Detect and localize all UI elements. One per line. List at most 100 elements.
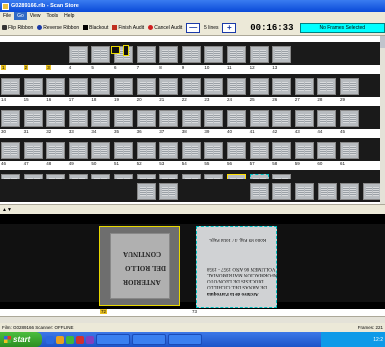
film-frame[interactable]: [136, 142, 156, 159]
preview-frame-73[interactable]: Archivo de la Parroquia DE ARNAS DEL CIC…: [196, 226, 279, 308]
film-frame[interactable]: [159, 78, 179, 95]
vertical-scrollbar[interactable]: [380, 36, 385, 204]
app-icon[interactable]: [66, 335, 74, 344]
scrollbar-thumb[interactable]: [380, 36, 385, 48]
increment-button[interactable]: +: [222, 22, 237, 33]
film-frame[interactable]: [114, 110, 133, 127]
film-frame[interactable]: [46, 46, 66, 63]
film-frame[interactable]: [317, 142, 337, 159]
decrement-button[interactable]: —: [186, 22, 201, 33]
film-frame[interactable]: [114, 183, 134, 200]
film-frame[interactable]: [159, 46, 179, 63]
blackout-button[interactable]: Blackout: [81, 25, 110, 31]
film-frame[interactable]: [136, 110, 156, 127]
film-frame[interactable]: [227, 78, 246, 95]
film-frame[interactable]: [69, 183, 88, 200]
film-frame[interactable]: [46, 78, 66, 95]
film-frame[interactable]: [227, 183, 247, 200]
menu-tools[interactable]: Tools: [43, 12, 61, 20]
film-frame[interactable]: [68, 78, 88, 95]
film-frame[interactable]: [204, 110, 224, 127]
film-frame[interactable]: [91, 46, 111, 63]
film-frame[interactable]: [249, 183, 269, 200]
film-frame[interactable]: [249, 78, 269, 95]
film-frame[interactable]: [317, 110, 337, 127]
film-frame[interactable]: [294, 78, 314, 95]
film-frame[interactable]: [317, 183, 337, 200]
film-frame[interactable]: [272, 78, 292, 95]
taskbar-button[interactable]: [132, 334, 166, 345]
film-frame[interactable]: [136, 183, 156, 200]
film-frame[interactable]: [317, 78, 337, 95]
film-frame[interactable]: [204, 183, 224, 200]
film-frame[interactable]: [114, 142, 133, 159]
film-frame[interactable]: [91, 110, 111, 127]
film-frame[interactable]: [340, 183, 360, 200]
preview-frame-72[interactable]: CONTINUA DEL ROLLO ANTERIOR: [99, 226, 180, 306]
film-frame[interactable]: [340, 110, 359, 127]
film-frame[interactable]: [159, 110, 179, 127]
flip-ribbon-button[interactable]: Flip Ribbon: [0, 25, 35, 31]
film-frame[interactable]: [68, 142, 88, 159]
app-icon[interactable]: [86, 335, 94, 344]
film-frame[interactable]: [1, 78, 20, 95]
film-frame[interactable]: [340, 78, 359, 95]
menu-view[interactable]: View: [27, 12, 44, 20]
menu-help[interactable]: Help: [61, 12, 77, 20]
film-frame[interactable]: [182, 183, 201, 200]
film-frame[interactable]: [227, 46, 246, 63]
film-frame[interactable]: [272, 110, 292, 127]
film-frame[interactable]: [272, 46, 292, 63]
film-frame[interactable]: [294, 110, 314, 127]
roll-start-marker[interactable]: [111, 46, 120, 54]
horizontal-scrollbar[interactable]: [0, 316, 385, 323]
film-frame[interactable]: [1, 46, 20, 63]
film-frame[interactable]: [23, 78, 43, 95]
collapse-arrows-icon[interactable]: ▲▼: [2, 207, 12, 213]
film-frame[interactable]: [23, 46, 43, 63]
ie-icon[interactable]: [46, 335, 54, 344]
film-frame[interactable]: [249, 110, 269, 127]
pane-splitter[interactable]: ▲▼: [0, 204, 385, 214]
film-frame[interactable]: [46, 142, 66, 159]
film-frame[interactable]: [204, 142, 224, 159]
film-frame[interactable]: [91, 142, 111, 159]
film-frame[interactable]: [23, 110, 43, 127]
cancel-audit-button[interactable]: Cancel Audit: [146, 25, 184, 31]
film-frame[interactable]: [91, 78, 111, 95]
film-frame[interactable]: [114, 78, 133, 95]
film-frame[interactable]: [272, 142, 292, 159]
film-frame[interactable]: [159, 142, 179, 159]
film-frame[interactable]: [68, 110, 88, 127]
film-frame[interactable]: [91, 183, 111, 200]
menu-file[interactable]: File: [0, 12, 14, 20]
film-frame[interactable]: [249, 142, 269, 159]
film-frame[interactable]: [294, 142, 314, 159]
step-value[interactable]: 5 lines: [201, 25, 221, 31]
film-frame[interactable]: [136, 78, 156, 95]
film-frame[interactable]: [181, 78, 201, 95]
film-frame[interactable]: [340, 142, 359, 159]
film-frame[interactable]: [362, 183, 382, 200]
film-frame[interactable]: [181, 110, 201, 127]
reverse-ribbon-button[interactable]: Reverse Ribbon: [35, 25, 81, 31]
film-frame[interactable]: [204, 46, 224, 63]
film-frame[interactable]: [1, 110, 20, 127]
start-button[interactable]: start: [0, 332, 42, 347]
film-frame[interactable]: [68, 46, 88, 63]
roll-start-marker[interactable]: [123, 45, 129, 56]
film-frame[interactable]: [46, 110, 66, 127]
menu-go[interactable]: Go: [14, 12, 27, 20]
film-frame[interactable]: [227, 142, 246, 159]
film-frame[interactable]: [136, 46, 156, 63]
taskbar-button[interactable]: [96, 334, 130, 345]
taskbar-button[interactable]: [168, 334, 202, 345]
finish-audit-button[interactable]: Finish Audit: [110, 25, 146, 31]
film-frame[interactable]: [23, 142, 43, 159]
film-frame[interactable]: [227, 110, 246, 127]
folder-icon[interactable]: [56, 335, 64, 344]
film-frame[interactable]: [295, 183, 314, 200]
film-frame[interactable]: [272, 183, 292, 200]
film-frame[interactable]: [181, 46, 201, 63]
app-icon[interactable]: [76, 335, 84, 344]
